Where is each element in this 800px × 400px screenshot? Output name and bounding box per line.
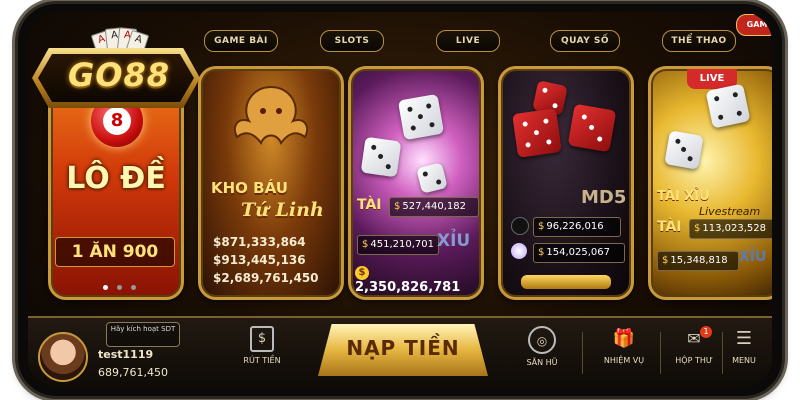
- game-badge: GAM: [736, 14, 772, 36]
- jackpot-icon: ◎: [528, 326, 556, 354]
- dragon-icon: [233, 85, 309, 146]
- game-lobby-screen: GAME BÀI SLOTS LIVE QUAY SỐ THỂ THAO GAM…: [28, 12, 772, 388]
- dice-icon: [705, 83, 751, 129]
- dice-icon: [416, 162, 448, 194]
- md5-value-2: $154,025,067: [533, 243, 625, 263]
- kho-bau-title: KHO BÁU: [211, 179, 288, 197]
- dice-icon: [397, 93, 445, 141]
- md5-value-1: $96,226,016: [533, 217, 621, 237]
- tai-xiu-card[interactable]: TÀI $527,440,182 $451,210,701 XỈU $ 2,35…: [348, 66, 484, 300]
- avatar[interactable]: [38, 332, 88, 382]
- tai-value: $527,440,182: [389, 197, 479, 217]
- dice-icon: [664, 130, 704, 170]
- xiu-label: XỈU: [437, 231, 471, 251]
- tab-slots[interactable]: SLOTS: [320, 30, 384, 52]
- live-value-2: $15,348,818: [657, 251, 739, 271]
- coin-pile-icon: [521, 275, 611, 289]
- activate-phone-button[interactable]: Hãy kích hoạt SDT: [106, 322, 180, 347]
- tab-the-thao[interactable]: THỂ THAO: [662, 30, 736, 52]
- dice-icon: [360, 136, 402, 178]
- md5-label: MD5: [581, 187, 627, 208]
- xiu-value: $451,210,701: [357, 235, 439, 255]
- red-dice-icon: [567, 103, 617, 153]
- lode-title: LÔ ĐỀ: [66, 161, 166, 196]
- hamburger-menu-icon: ☰: [735, 328, 753, 349]
- md5-card[interactable]: MD5 $96,226,016 $154,025,067: [498, 66, 634, 300]
- tab-game-bai[interactable]: GAME BÀI: [204, 30, 278, 52]
- menu-button[interactable]: ☰ MENU: [718, 326, 770, 382]
- mission-button[interactable]: 🎁 NHIỆM VỤ: [594, 326, 654, 382]
- deposit-button[interactable]: NẠP TIỀN: [318, 324, 488, 376]
- white-ball-icon: [511, 243, 527, 259]
- taixiu-total: $ 2,350,826,781: [355, 265, 461, 295]
- red-dice-icon: [512, 108, 562, 158]
- mail-count-badge: 1: [700, 326, 712, 338]
- livestream-subtitle: Livestream: [699, 205, 761, 218]
- jackpot-3: $2,689,761,450: [213, 271, 319, 285]
- bottom-bar: Hãy kích hoạt SDT test1119 689,761,450 $…: [28, 316, 772, 388]
- gift-icon: 🎁: [612, 328, 636, 349]
- tai-label: TÀI: [357, 197, 382, 213]
- username: test1119: [98, 348, 154, 361]
- withdraw-icon: $: [250, 326, 274, 352]
- live-xiu-label: XỈU: [739, 249, 767, 265]
- go88-logo: A A A A GO88: [32, 26, 202, 114]
- tai-xiu-livestream-card[interactable]: LIVE TÀI XỈU Livestream TÀI $113,023,528…: [648, 66, 772, 300]
- lode-ratio: 1 ĂN 900: [55, 237, 175, 267]
- live-value-1: $113,023,528: [689, 219, 772, 239]
- tab-quay-so[interactable]: QUAY SỐ: [550, 30, 620, 52]
- mailbox-button[interactable]: ✉ 1 HỘP THƯ: [664, 326, 724, 382]
- kho-bau-tu-linh-card[interactable]: KHO BÁU Tứ Linh $871,333,864 $913,445,13…: [198, 66, 344, 300]
- tu-linh-title: Tứ Linh: [241, 199, 324, 221]
- jackpot-hunt-button[interactable]: ◎ SĂN HŨ: [512, 326, 572, 382]
- black-ball-icon: [511, 217, 529, 235]
- jackpot-1: $871,333,864: [213, 235, 306, 249]
- logo-text: GO88: [68, 56, 170, 94]
- jackpot-2: $913,445,136: [213, 253, 306, 267]
- balance: 689,761,450: [98, 366, 168, 379]
- coin-icon: $: [355, 265, 369, 280]
- livestream-title: TÀI XỈU: [657, 189, 710, 204]
- tab-live[interactable]: LIVE: [436, 30, 500, 52]
- withdraw-button[interactable]: $ RÚT TIỀN: [232, 326, 292, 382]
- live-tai-label: TÀI: [657, 219, 682, 235]
- carousel-dots: [103, 275, 137, 294]
- device-frame: GAME BÀI SLOTS LIVE QUAY SỐ THỂ THAO GAM…: [18, 4, 782, 396]
